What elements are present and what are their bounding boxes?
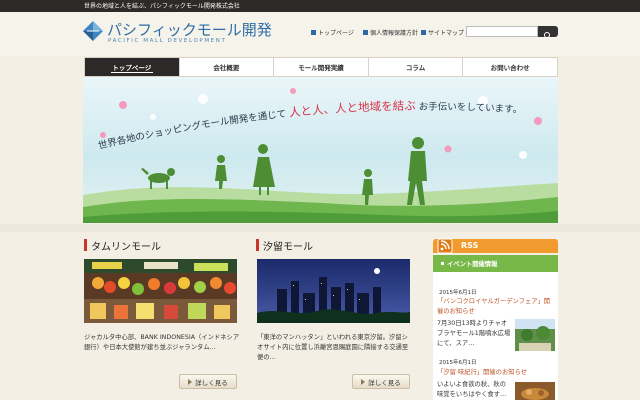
event-title-link[interactable]: 「バンコクロイヤルガーデンフェア」開催のお知らせ: [437, 297, 555, 317]
more-button-label: 詳しく見る: [195, 378, 228, 387]
search-button[interactable]: [538, 26, 558, 40]
event-body: いよいよ食欲の秋、秋の味覚をいちはやく食す…: [437, 381, 507, 398]
rss-header[interactable]: RSS: [433, 238, 558, 254]
logo-subtitle: PACIFIC MALL DEVELOPMENT: [108, 38, 227, 44]
site-logo[interactable]: パシフィックモール開発 PACIFIC MALL DEVELOPMENT: [83, 20, 283, 50]
square-bullet-icon: [441, 262, 444, 265]
event-date: 2015年6月1日: [439, 290, 477, 296]
arrow-right-icon: [188, 378, 193, 385]
section-title-label: タムリンモール: [91, 241, 161, 253]
logo-name: パシフィックモール開発: [107, 21, 272, 39]
util-link-label: サイトマップ: [428, 29, 465, 37]
util-link-sitemap[interactable]: サイトマップ: [421, 27, 464, 37]
events-title: イベント開催情報: [447, 261, 498, 268]
util-link-label: 個人情報保護方針: [370, 29, 419, 37]
title-bar-decoration: [84, 239, 87, 251]
section-title-shiodome[interactable]: 汐留モール: [256, 238, 313, 253]
shiodome-photo[interactable]: [257, 259, 410, 323]
more-button-label: 詳しく見る: [368, 378, 401, 387]
hero-banner: 世界各地のショッピングモール開発を通じて 人と人、人と地域を結ぶ お手伝いをして…: [83, 77, 558, 223]
search-box: [466, 26, 558, 40]
hero-copy-text: 世界各地のショッピングモール開発を通じて 人と人、人と地域を結ぶ お手伝いをして…: [97, 99, 523, 152]
tamrin-description: ジャカルタ中心部、BANK INDONESIA（インドネシア銀行）や日本大使館が…: [84, 334, 240, 351]
hero-copy: 世界各地のショッピングモール開発を通じて 人と人、人と地域を結ぶ お手伝いをして…: [93, 93, 553, 153]
diamond-logo-icon: [83, 21, 103, 41]
section-title-tamrin[interactable]: タムリンモール: [84, 238, 161, 253]
events-panel: イベント開催情報 2015年6月1日 「バンコクロイヤルガーデンフェア」開催のお…: [433, 255, 558, 400]
global-nav: トップページ 会社概要 モール開発実績 コラム お問い合わせ: [84, 57, 558, 77]
tamrin-photo[interactable]: [84, 259, 237, 323]
event-date: 2015年6月1日: [439, 360, 477, 366]
event-title-link[interactable]: 「汐留 味紀行」開催のお知らせ: [437, 368, 555, 378]
arrow-right-icon: [361, 378, 366, 385]
hero-copy-part2: お手伝いをしています。: [419, 101, 523, 116]
market-image: [84, 259, 237, 323]
nav-tab-top[interactable]: トップページ: [85, 58, 180, 76]
section-title-label: 汐留モール: [263, 241, 313, 253]
nav-tab-projects[interactable]: モール開発実績: [274, 58, 369, 76]
hero-copy-part1: 世界各地のショッピングモール開発を通じて: [97, 109, 287, 152]
nav-tab-company[interactable]: 会社概要: [180, 58, 275, 76]
nav-tab-contact[interactable]: お問い合わせ: [463, 58, 557, 76]
events-header: イベント開催情報: [433, 255, 558, 272]
util-link-privacy[interactable]: 個人情報保護方針: [363, 27, 418, 37]
site-tagline: 世界の地域と人を結ぶ、パシフィックモール開発株式会社: [84, 3, 240, 10]
night-city-image: [257, 259, 410, 323]
square-bullet-icon: [421, 29, 426, 35]
nav-tab-column[interactable]: コラム: [369, 58, 464, 76]
top-bar: 世界の地域と人を結ぶ、パシフィックモール開発株式会社: [0, 0, 640, 12]
rss-label: RSS: [461, 241, 479, 250]
util-link-label: トップページ: [318, 29, 354, 37]
event-item[interactable]: 2015年6月1日 「汐留 味紀行」開催のお知らせ いよいよ食欲の秋、秋の味覚を…: [433, 342, 558, 400]
content-divider: [0, 224, 640, 232]
util-link-top[interactable]: トップページ: [311, 27, 354, 37]
rss-icon: [437, 238, 453, 254]
title-bar-decoration: [256, 239, 259, 251]
shiodome-description: 「東洋のマンハッタン」といわれる東京汐留。汐留シオサイト内に位置し浜離宮恩賜庭園…: [257, 334, 409, 361]
search-icon: [544, 32, 552, 40]
hero-copy-highlight: 人と人、人と地域を結ぶ: [288, 99, 416, 120]
event-thumbnail: [515, 382, 555, 400]
svg-text:世界各地のショッピングモール開発を通じて: 世界各地のショッピングモール開発を通じて 人と人、人と地域を結ぶ お手伝いをして…: [97, 99, 523, 152]
tamrin-more-button[interactable]: 詳しく見る: [179, 374, 237, 389]
square-bullet-icon: [363, 29, 368, 35]
header: パシフィックモール開発 PACIFIC MALL DEVELOPMENT トップ…: [0, 12, 640, 56]
event-item[interactable]: 2015年6月1日 「バンコクロイヤルガーデンフェア」開催のお知らせ 7月30日…: [433, 272, 558, 351]
shiodome-more-button[interactable]: 詳しく見る: [352, 374, 410, 389]
square-bullet-icon: [311, 29, 316, 35]
search-input[interactable]: [466, 26, 538, 37]
